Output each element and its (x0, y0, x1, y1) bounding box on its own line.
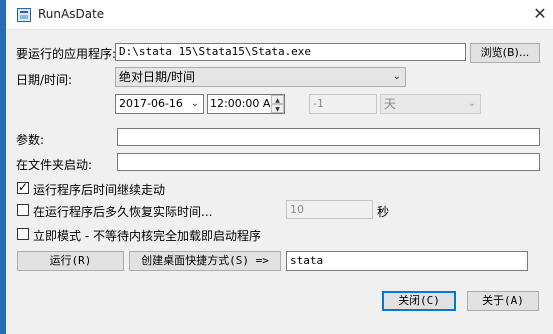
params-label: 参数: (16, 133, 45, 147)
chevron-down-icon: ⌄ (392, 71, 401, 82)
chevron-down-icon: ⌄ (467, 98, 476, 109)
time-picker[interactable]: 12:00:00 AI ▲ ▼ (207, 94, 285, 114)
restore-unit-label: 秒 (377, 205, 390, 219)
browse-button[interactable]: 浏览(B)... (470, 43, 540, 63)
startin-input[interactable] (117, 153, 540, 171)
offset-input[interactable]: -1 (309, 94, 377, 114)
keep-running-label: 运行程序后时间继续走动 (33, 183, 166, 197)
app-window-icon (17, 8, 31, 22)
startin-label: 在文件夹启动: (16, 158, 93, 172)
shortcut-name-input[interactable]: stata (286, 251, 528, 271)
close-button[interactable]: 关闭(C) (382, 291, 456, 311)
date-value: 2017-06-16 (119, 97, 183, 110)
restore-time-label: 在运行程序后多久恢复实际时间... (33, 205, 213, 219)
desktop-background (0, 0, 6, 334)
chevron-down-icon: ⌄ (190, 98, 199, 109)
params-input[interactable] (117, 128, 540, 146)
keep-running-checkbox[interactable] (17, 180, 29, 194)
spin-up-icon[interactable]: ▲ (271, 95, 284, 104)
datetime-label: 日期/时间: (16, 73, 73, 87)
date-picker[interactable]: 2017-06-16 ⌄ (115, 94, 204, 114)
program-label: 要运行的应用程序: (16, 47, 117, 61)
offset-unit-select[interactable]: 天 ⌄ (380, 94, 481, 114)
window-title: RunAsDate (38, 7, 105, 21)
immediate-mode-label: 立即模式 - 不等待内核完全加载即启动程序 (33, 229, 261, 243)
close-icon[interactable]: ✕ (524, 2, 553, 26)
create-shortcut-button[interactable]: 创建桌面快捷方式(S) => (129, 251, 281, 271)
time-spinner[interactable]: ▲ ▼ (271, 95, 284, 113)
spin-down-icon[interactable]: ▼ (271, 104, 284, 113)
immediate-mode-checkbox[interactable] (17, 228, 29, 240)
time-value: 12:00:00 AI (210, 97, 274, 110)
about-button[interactable]: 关于(A) (467, 291, 539, 311)
run-button[interactable]: 运行(R) (17, 251, 124, 271)
offset-unit-value: 天 (384, 97, 397, 111)
title-bar: RunAsDate ✕ (6, 0, 553, 30)
program-path-input[interactable]: D:\stata 15\Stata15\Stata.exe (115, 43, 466, 61)
datetime-mode-select[interactable]: 绝对日期/时间 ⌄ (115, 67, 406, 87)
restore-seconds-input[interactable]: 10 (286, 200, 373, 219)
datetime-mode-value: 绝对日期/时间 (119, 70, 196, 84)
restore-time-checkbox[interactable] (17, 204, 29, 216)
